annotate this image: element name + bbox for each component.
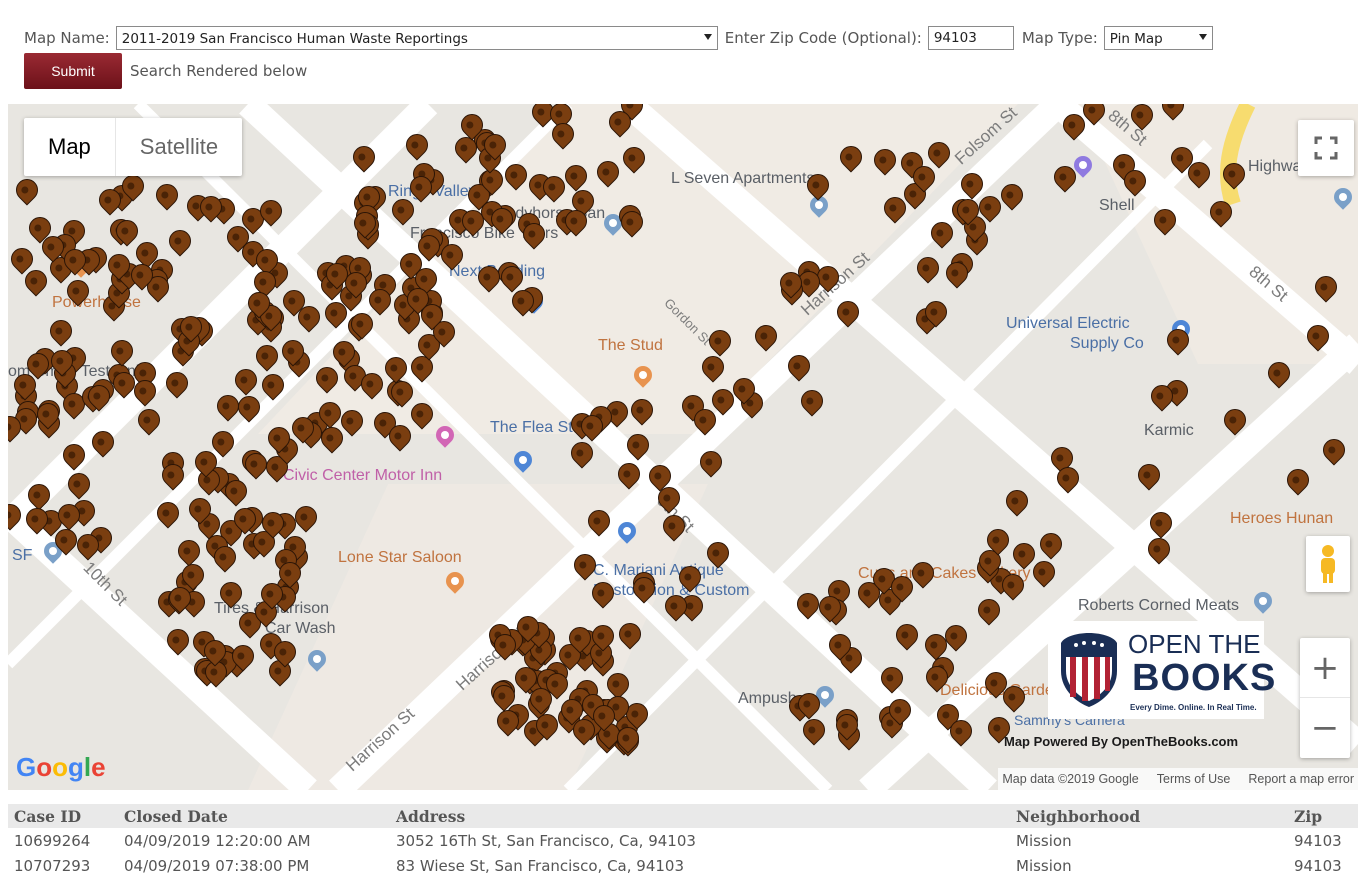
map-type-value: Pin Map [1109,31,1163,47]
map-type-label: Map Type: [1021,29,1098,47]
cell-case-id: 10707293 [8,853,118,874]
map-label-l-seven: L Seven Apartments [671,170,815,187]
otb-tagline: Every Dime. Online. In Real Time. [1130,703,1257,712]
street-view-button[interactable] [1306,536,1350,592]
dropdown-arrow-icon [1198,34,1207,40]
map-label-lone-star: Lone Star Saloon [338,549,462,566]
cell-case-id: 10699264 [8,828,118,853]
column-header-zip[interactable]: Zip [1288,804,1358,828]
column-header-neighborhood[interactable]: Neighborhood [1010,804,1288,828]
map-label-sf: SF [12,547,33,564]
cell-closed-date: 04/09/2019 07:38:00 PM [118,853,390,874]
table-row[interactable]: 10699264 04/09/2019 12:20:00 AM 3052 16T… [8,828,1358,853]
zip-code-input[interactable] [927,26,1014,50]
map-label-universal-2: Supply Co [1070,335,1144,352]
terms-of-use-link[interactable]: Terms of Use [1157,772,1231,786]
otb-title: OPEN THE [1128,629,1261,659]
table-header-row: Case ID Closed Date Address Neighborhood… [8,804,1358,828]
map-label-the-stud: The Stud [598,337,663,354]
map-view[interactable]: L Seven Apartments Dandyhorse San Franci… [8,104,1358,790]
map-form: Map Name: 2011-2019 San Francisco Human … [24,26,1213,50]
cell-zip: 94103 [1288,853,1358,874]
column-header-address[interactable]: Address [390,804,1010,828]
map-label-universal-1: Universal Electric [1006,315,1130,332]
map-name-select[interactable]: 2011-2019 San Francisco Human Waste Repo… [115,26,718,50]
satellite-view-button[interactable]: Satellite [114,118,242,176]
otb-books: BOOKS [1132,657,1277,699]
map-name-value: 2011-2019 San Francisco Human Waste Repo… [121,31,468,47]
shield-icon [1061,633,1117,707]
zoom-controls: + − [1300,638,1350,758]
map-attribution: Map data ©2019 Google Terms of Use Repor… [998,768,1358,790]
map-type-select[interactable]: Pin Map [1103,26,1213,50]
submit-row: Submit Search Rendered below [24,53,307,89]
cell-address: 3052 16Th St, San Francisco, Ca, 94103 [390,828,1010,853]
map-label-c-mariani-1: C. Mariani Antique [593,562,724,579]
map-name-label: Map Name: [24,29,110,47]
open-the-books-logo: OPEN THE BOOKS Every Dime. Online. In Re… [1048,621,1275,719]
map-label-shell: Shell [1099,197,1135,214]
cell-zip: 94103 [1288,828,1358,853]
map-label-roberts: Roberts Corned Meats [1078,597,1239,614]
cell-neighborhood: Mission [1010,828,1288,853]
results-table: Case ID Closed Date Address Neighborhood… [8,804,1358,874]
submit-button[interactable]: Submit [24,53,122,89]
fullscreen-button[interactable] [1298,120,1354,176]
map-view-button[interactable]: Map [24,118,115,176]
map-label-civic-center: Civic Center Motor Inn [283,467,443,484]
cell-neighborhood: Mission [1010,853,1288,874]
map-label-karmic: Karmic [1144,422,1194,439]
dropdown-arrow-icon [703,34,712,40]
zip-label: Enter Zip Code (Optional): [724,29,922,47]
powered-by-text: Map Powered By OpenTheBooks.com [1004,734,1239,749]
cell-closed-date: 04/09/2019 12:20:00 AM [118,828,390,853]
fullscreen-icon [1314,136,1338,160]
pegman-icon [1321,545,1335,583]
map-label-heroes-hunan: Heroes Hunan [1230,510,1334,527]
map-type-toggle: Map Satellite [24,118,243,176]
zoom-out-button[interactable]: − [1300,698,1350,758]
search-note: Search Rendered below [130,62,308,80]
google-logo: Google [16,752,106,782]
table-row[interactable]: 10707293 04/09/2019 07:38:00 PM 83 Wiese… [8,853,1358,874]
report-map-error-link[interactable]: Report a map error [1248,772,1354,786]
zoom-in-button[interactable]: + [1300,638,1350,698]
column-header-case-id[interactable]: Case ID [8,804,118,828]
cell-address: 83 Wiese St, San Francisco, Ca, 94103 [390,853,1010,874]
map-data-credit: Map data ©2019 Google [1002,772,1139,786]
column-header-closed-date[interactable]: Closed Date [118,804,390,828]
